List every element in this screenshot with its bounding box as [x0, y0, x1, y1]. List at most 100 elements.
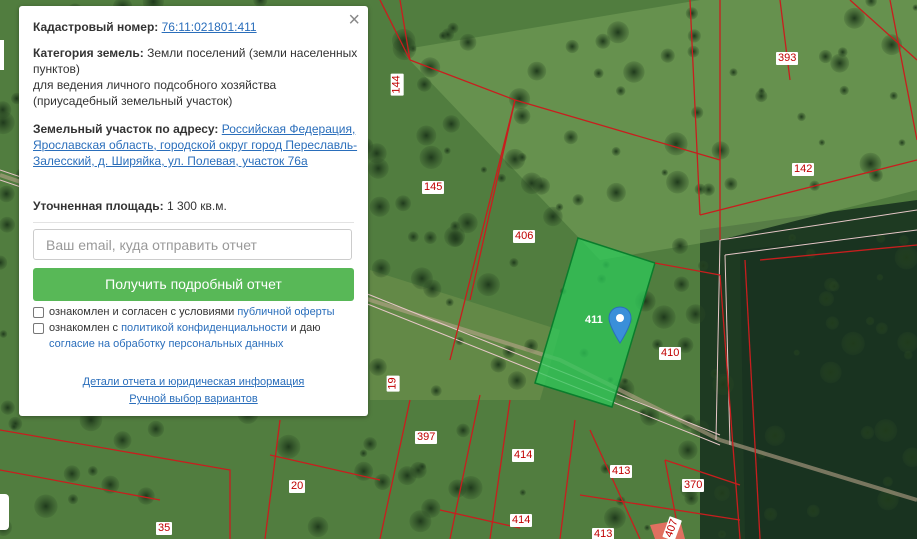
tree-canopy [398, 466, 417, 485]
offer-text: ознакомлен и согласен с условиями [49, 306, 234, 318]
cadastral-number-link[interactable]: 76:11:021801:411 [162, 20, 257, 34]
tree-canopy [688, 46, 700, 58]
tree-canopy [829, 281, 839, 291]
plot-label-393[interactable]: 393 [776, 52, 798, 65]
map-edge-control[interactable] [0, 494, 9, 530]
plot-label-145[interactable]: 145 [422, 181, 444, 194]
plot-label-370[interactable]: 370 [682, 479, 704, 492]
area-label: Уточненная площадь: [33, 199, 164, 213]
tree-canopy [729, 68, 737, 76]
plot-info-popup: × Кадастровый номер: 76:11:021801:411 Ка… [19, 6, 368, 416]
tree-canopy [392, 29, 416, 53]
land-usage: для ведения личного подсобного хозяйства… [33, 78, 276, 108]
tree-canopy [444, 147, 451, 154]
privacy-policy-link[interactable]: политикой конфиденциальности [121, 322, 287, 334]
tree-canopy [616, 86, 626, 96]
personal-data-consent-link[interactable]: согласие на обработку персональных данны… [49, 338, 283, 350]
tree-canopy [520, 489, 526, 495]
privacy-consent-text: ознакомлен с политикой конфиденциальност… [49, 320, 354, 352]
plot-label-19[interactable]: 19 [387, 375, 400, 391]
tree-canopy [788, 234, 796, 242]
tree-canopy [370, 197, 390, 217]
tree-canopy [841, 332, 864, 355]
tree-canopy [456, 424, 470, 438]
category-label: Категория земель: [33, 46, 144, 60]
tree-canopy [416, 126, 436, 146]
plot-label-410[interactable]: 410 [659, 347, 681, 360]
tree-canopy [686, 7, 698, 19]
tree-canopy [874, 419, 897, 442]
plot-label-411[interactable]: 411 [583, 314, 605, 327]
tree-canopy [372, 259, 391, 278]
address-label: Земельный участок по адресу: [33, 122, 218, 136]
tree-canopy [820, 362, 842, 384]
plot-label-142[interactable]: 142 [792, 163, 814, 176]
tree-canopy [883, 477, 893, 487]
plot-label-35[interactable]: 35 [156, 522, 172, 535]
cadastral-number-row: Кадастровый номер: 76:11:021801:411 [33, 19, 358, 35]
tree-canopy [794, 350, 800, 356]
tree-canopy [34, 495, 57, 518]
plot-label-406[interactable]: 406 [513, 230, 535, 243]
tree-canopy [443, 115, 460, 132]
tree-canopy [417, 77, 432, 92]
location-pin-icon[interactable] [608, 306, 632, 344]
tree-canopy [890, 92, 898, 100]
category-row: Категория земель: Земли поселений (земли… [33, 45, 358, 109]
tree-canopy [11, 424, 17, 430]
manual-selection-link[interactable]: Ручной выбор вариантов [129, 393, 257, 405]
plot-label-414-south[interactable]: 414 [510, 514, 532, 527]
tree-canopy [830, 54, 849, 73]
tree-canopy [672, 238, 688, 254]
tree-canopy [114, 431, 132, 449]
tree-canopy [876, 322, 888, 334]
plot-label-144[interactable]: 144 [391, 73, 404, 95]
details-row: Детали отчета и юридическая информация [19, 375, 368, 390]
tree-canopy [556, 203, 564, 211]
offer-checkbox[interactable] [33, 307, 44, 318]
plot-label-20[interactable]: 20 [289, 480, 305, 493]
tree-canopy [308, 517, 329, 538]
tree-canopy [899, 235, 909, 245]
tree-canopy [1, 401, 15, 415]
tree-canopy [666, 171, 689, 194]
tree-canopy [369, 358, 387, 376]
plot-label-413-north[interactable]: 413 [610, 465, 632, 478]
tree-canopy [688, 29, 701, 42]
tree-canopy [514, 108, 531, 125]
tree-canopy [148, 421, 164, 437]
plot-label-413-south[interactable]: 413 [592, 528, 614, 541]
tree-canopy [460, 34, 477, 51]
plot-label-414-north[interactable]: 414 [512, 449, 534, 462]
tree-canopy [755, 90, 767, 102]
tree-canopy [612, 147, 621, 156]
tree-canopy [420, 146, 443, 169]
area-value: 1 300 кв.м. [167, 199, 227, 213]
report-details-link[interactable]: Детали отчета и юридическая информация [83, 376, 305, 388]
tree-canopy [819, 50, 832, 63]
area-row: Уточненная площадь: 1 300 кв.м. [33, 198, 358, 214]
tree-canopy [807, 505, 820, 518]
tree-canopy [904, 351, 913, 360]
plot-label-397[interactable]: 397 [415, 431, 437, 444]
tree-canopy [806, 249, 816, 259]
get-report-button[interactable]: Получить подробный отчет [33, 268, 354, 301]
public-offer-link[interactable]: публичной оферты [237, 306, 334, 318]
tree-canopy [594, 68, 604, 78]
tree-canopy [277, 435, 301, 459]
tree-canopy [408, 231, 419, 242]
email-input[interactable] [33, 229, 352, 260]
tree-canopy [448, 231, 464, 247]
tree-canopy [695, 184, 706, 195]
tree-canopy [481, 167, 487, 173]
address-row: Земельный участок по адресу: Российская … [33, 121, 358, 169]
tree-canopy [686, 304, 706, 324]
tree-canopy [607, 183, 626, 202]
tree-canopy [457, 213, 477, 233]
privacy-checkbox[interactable] [33, 323, 44, 334]
tree-canopy [518, 153, 527, 162]
tree-canopy [861, 426, 874, 439]
tree-canopy [395, 195, 411, 211]
tree-canopy [712, 374, 734, 396]
privacy-text: ознакомлен с [49, 322, 118, 334]
